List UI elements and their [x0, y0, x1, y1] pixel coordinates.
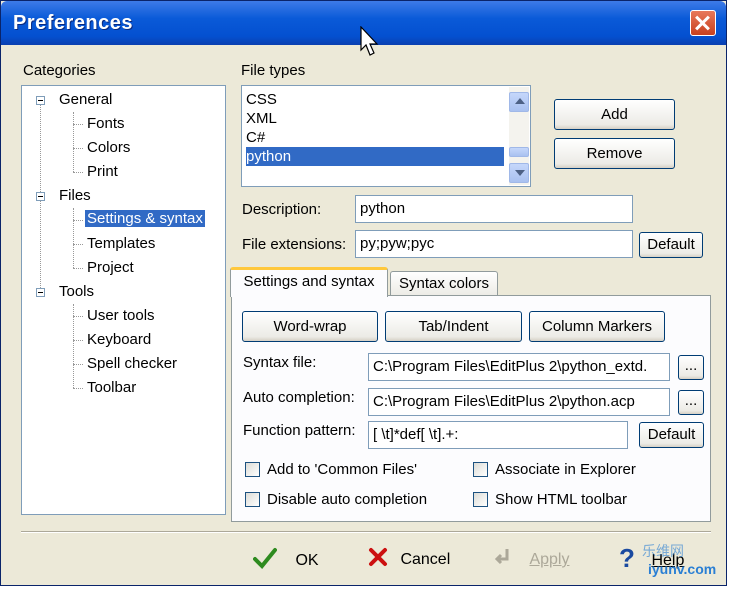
preferences-window: Preferences Categories General Fonts Col… [0, 0, 727, 586]
tree-item-print[interactable]: Print [87, 163, 118, 180]
ok-button[interactable]: OK [253, 547, 319, 570]
tree-item-settings-syntax[interactable]: Settings & syntax [85, 210, 205, 227]
cancel-label: Cancel [400, 551, 451, 568]
watermark-line2: iyunv.com [648, 561, 717, 577]
watermark-line1: 乐维网 [642, 543, 684, 559]
watermark: 乐维网 iyunv.com [616, 541, 716, 577]
show-html-toolbar-checkbox[interactable] [473, 492, 488, 507]
apply-arrow-icon [494, 549, 509, 565]
add-common-files-checkbox[interactable] [245, 462, 260, 477]
tree-item-fonts[interactable]: Fonts [87, 115, 125, 132]
auto-completion-label: Auto completion: [243, 389, 355, 406]
word-wrap-button[interactable]: Word-wrap [242, 311, 378, 342]
tab-indent-button[interactable]: Tab/Indent [385, 311, 522, 342]
function-pattern-label: Function pattern: [243, 422, 356, 439]
list-item[interactable]: XML [246, 109, 504, 128]
tab-settings-and-syntax[interactable]: Settings and syntax [230, 267, 388, 297]
mouse-pointer-icon [360, 26, 379, 56]
file-types-list[interactable]: CSS XML C# python [241, 85, 531, 187]
syntax-file-browse-button[interactable]: ... [678, 355, 704, 380]
file-types-label: File types [241, 62, 306, 79]
x-icon [369, 548, 387, 566]
description-label: Description: [242, 201, 322, 218]
collapse-general-icon[interactable] [36, 96, 45, 105]
auto-completion-field[interactable]: C:\Program Files\EditPlus 2\python.acp [368, 388, 670, 416]
tab-syntax-colors[interactable]: Syntax colors [390, 271, 498, 296]
tree-item-templates[interactable]: Templates [87, 235, 155, 252]
list-item[interactable]: CSS [246, 90, 504, 109]
footer-separator [21, 531, 711, 533]
window-title: Preferences [13, 12, 134, 34]
column-markers-button[interactable]: Column Markers [529, 311, 665, 342]
function-pattern-default-button[interactable]: Default [639, 422, 704, 448]
tree-item-keyboard[interactable]: Keyboard [87, 331, 151, 348]
associate-explorer-label: Associate in Explorer [495, 461, 636, 478]
ok-label: OK [295, 552, 319, 569]
tree-item-spell-checker[interactable]: Spell checker [87, 355, 177, 372]
apply-button[interactable]: Apply [493, 547, 569, 569]
associate-explorer-checkbox[interactable] [473, 462, 488, 477]
auto-completion-browse-button[interactable]: ... [678, 390, 704, 415]
syntax-file-label: Syntax file: [243, 354, 317, 371]
tree-item-user-tools[interactable]: User tools [87, 307, 155, 324]
tree-item-colors[interactable]: Colors [87, 139, 130, 156]
file-extensions-label: File extensions: [242, 236, 347, 253]
collapse-tools-icon[interactable] [36, 288, 45, 297]
tree-item-tools[interactable]: Tools [59, 283, 94, 300]
show-html-toolbar-label: Show HTML toolbar [495, 491, 627, 508]
apply-label: Apply [529, 551, 570, 568]
close-icon[interactable] [690, 10, 716, 36]
scroll-down-icon[interactable] [509, 163, 529, 183]
syntax-file-field[interactable]: C:\Program Files\EditPlus 2\python_extd. [368, 353, 670, 381]
tree-item-general[interactable]: General [59, 91, 112, 108]
disable-auto-completion-label: Disable auto completion [267, 491, 428, 508]
disable-auto-completion-checkbox[interactable] [245, 492, 260, 507]
cancel-button[interactable]: Cancel [368, 547, 450, 569]
description-field[interactable]: python [355, 195, 633, 223]
file-types-scrollbar[interactable] [509, 87, 529, 185]
add-common-files-label: Add to 'Common Files' [267, 461, 417, 478]
add-button[interactable]: Add [554, 99, 675, 130]
tree-item-files[interactable]: Files [59, 187, 91, 204]
list-item-selected[interactable]: python [246, 147, 504, 166]
list-item[interactable]: C# [246, 128, 504, 147]
checkmark-icon [253, 548, 277, 569]
tree-item-toolbar[interactable]: Toolbar [87, 379, 136, 396]
settings-tab-page: Word-wrap Tab/Indent Column Markers Synt… [231, 295, 711, 522]
scroll-up-icon[interactable] [509, 92, 529, 112]
tree-item-project[interactable]: Project [87, 259, 134, 276]
collapse-files-icon[interactable] [36, 192, 45, 201]
categories-tree[interactable]: General Fonts Colors Print Files Setting… [21, 85, 226, 515]
categories-label: Categories [23, 62, 96, 79]
remove-button[interactable]: Remove [554, 138, 675, 169]
function-pattern-field[interactable]: [ \t]*def[ \t].+: [368, 421, 628, 449]
extensions-default-button[interactable]: Default [639, 232, 703, 258]
file-extensions-field[interactable]: py;pyw;pyc [355, 230, 633, 258]
scroll-thumb[interactable] [509, 147, 529, 157]
